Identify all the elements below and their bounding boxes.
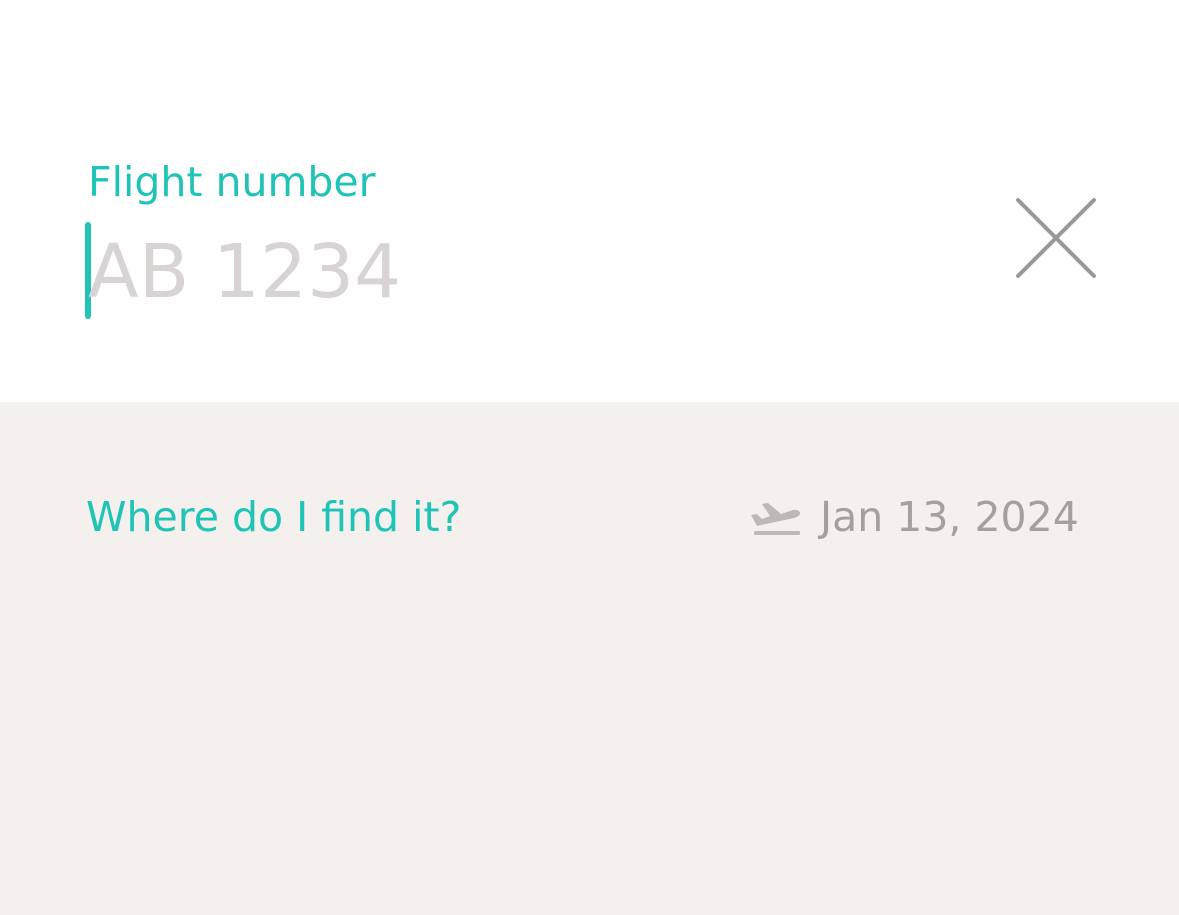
- flight-number-panel: Flight number: [0, 0, 1179, 402]
- takeoff-icon: [751, 503, 800, 535]
- close-icon: [1016, 198, 1096, 278]
- departure-date-text: Jan 13, 2024: [820, 493, 1079, 541]
- where-to-find-link[interactable]: Where do I find it?: [86, 490, 461, 544]
- departure-date[interactable]: Jan 13, 2024: [748, 490, 1079, 544]
- flight-number-label: Flight number: [88, 158, 376, 206]
- flight-number-input[interactable]: [88, 226, 968, 318]
- clear-button[interactable]: [1010, 192, 1102, 284]
- flight-search-screen: Flight number Where do I find it? Jan 13…: [0, 0, 1179, 915]
